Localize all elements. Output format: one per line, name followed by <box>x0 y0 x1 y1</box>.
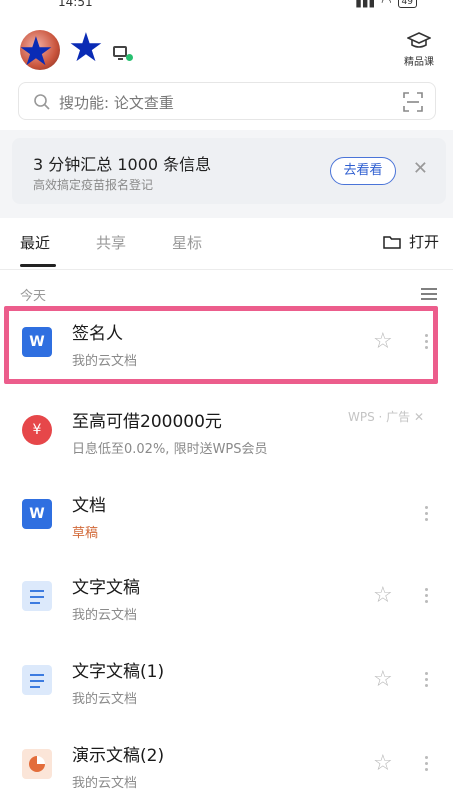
tab-shared[interactable]: 共享 <box>96 232 126 253</box>
graduation-cap-icon <box>407 32 431 48</box>
more-options-icon[interactable] <box>425 672 429 690</box>
ad-title: 至高可借200000元 <box>72 412 222 432</box>
file-row[interactable]: 文字文稿(1) 我的云文档 ☆ <box>0 644 453 724</box>
file-row[interactable]: W 文档 草稿 <box>0 478 453 558</box>
open-label: 打开 <box>408 233 439 251</box>
star-icon[interactable]: ☆ <box>373 331 393 353</box>
course-button[interactable]: 精品课 <box>399 32 439 68</box>
ad-tag-close[interactable]: WPS · 广告 ✕ <box>348 408 424 425</box>
more-options-icon[interactable] <box>425 506 429 524</box>
file-row[interactable]: 文字文稿 我的云文档 ☆ <box>0 560 453 640</box>
scan-icon[interactable] <box>403 92 423 112</box>
text-doc-icon <box>22 581 52 611</box>
tab-starred[interactable]: 星标 <box>172 232 202 253</box>
status-icons: ▮▮▮ ◠ 49 <box>355 0 417 9</box>
sort-menu-icon[interactable] <box>421 288 437 300</box>
promo-banner[interactable]: 3 分钟汇总 1000 条信息 高效搞定疫苗报名登记 去看看 ✕ <box>12 138 446 204</box>
presentation-icon <box>22 749 52 779</box>
status-time: 14:51 <box>58 0 93 9</box>
search-placeholder: 搜功能: 论文查重 <box>59 94 174 112</box>
file-draft-label: 草稿 <box>72 526 99 541</box>
top-bar: ★ ★ 精品课 <box>0 10 453 80</box>
search-bar[interactable]: 搜功能: 论文查重 <box>18 82 436 120</box>
word-doc-icon: W <box>22 499 52 529</box>
star-icon[interactable]: ☆ <box>373 585 393 607</box>
file-title: 文档 <box>72 496 106 516</box>
file-title: 演示文稿(2) <box>72 746 165 766</box>
word-doc-icon: W <box>22 327 52 357</box>
loan-coin-icon: ¥ <box>22 415 52 445</box>
wifi-icon: ◠ <box>381 0 392 9</box>
star-icon[interactable]: ☆ <box>373 753 393 775</box>
file-location: 我的云文档 <box>72 608 138 623</box>
file-location: 我的云文档 <box>72 776 138 791</box>
text-doc-icon <box>22 665 52 695</box>
device-online-icon[interactable] <box>113 46 135 64</box>
ad-subtitle: 日息低至0.02%, 限时送WPS会员 <box>72 442 268 457</box>
status-bar: 14:51 ▮▮▮ ◠ 49 <box>0 0 453 10</box>
file-location: 我的云文档 <box>72 692 138 707</box>
section-label-today: 今天 <box>20 289 47 304</box>
more-options-icon[interactable] <box>425 756 429 774</box>
open-button[interactable]: 打开 <box>383 231 439 252</box>
banner-subtitle: 高效搞定疫苗报名登记 <box>33 178 154 192</box>
file-title: 文字文稿 <box>72 578 140 598</box>
star-icon[interactable]: ☆ <box>373 669 393 691</box>
folder-icon <box>383 235 401 249</box>
more-options-icon[interactable] <box>425 334 429 352</box>
course-label: 精品课 <box>404 57 434 68</box>
file-row[interactable]: W 签名人 我的云文档 ☆ <box>0 306 453 386</box>
more-options-icon[interactable] <box>425 588 429 606</box>
search-icon <box>34 94 50 110</box>
banner-go-button[interactable]: 去看看 <box>330 157 396 185</box>
file-location: 我的云文档 <box>72 354 138 369</box>
file-title: 签名人 <box>72 324 123 344</box>
signal-icon: ▮▮▮ <box>355 0 376 9</box>
ad-row[interactable]: ¥ 至高可借200000元 日息低至0.02%, 限时送WPS会员 WPS · … <box>0 394 453 474</box>
active-tab-underline <box>20 264 56 267</box>
banner-title: 3 分钟汇总 1000 条信息 <box>33 155 212 174</box>
banner-close-icon[interactable]: ✕ <box>413 158 428 179</box>
file-row[interactable]: 演示文稿(2) 我的云文档 ☆ <box>0 728 453 800</box>
file-title: 文字文稿(1) <box>72 662 165 682</box>
star-overlay-icon: ★ <box>18 29 54 75</box>
star-overlay-icon: ★ <box>68 25 104 71</box>
tab-bar: 最近 共享 星标 打开 <box>0 218 453 270</box>
battery-icon: 49 <box>397 0 417 8</box>
tab-recent[interactable]: 最近 <box>20 232 50 253</box>
